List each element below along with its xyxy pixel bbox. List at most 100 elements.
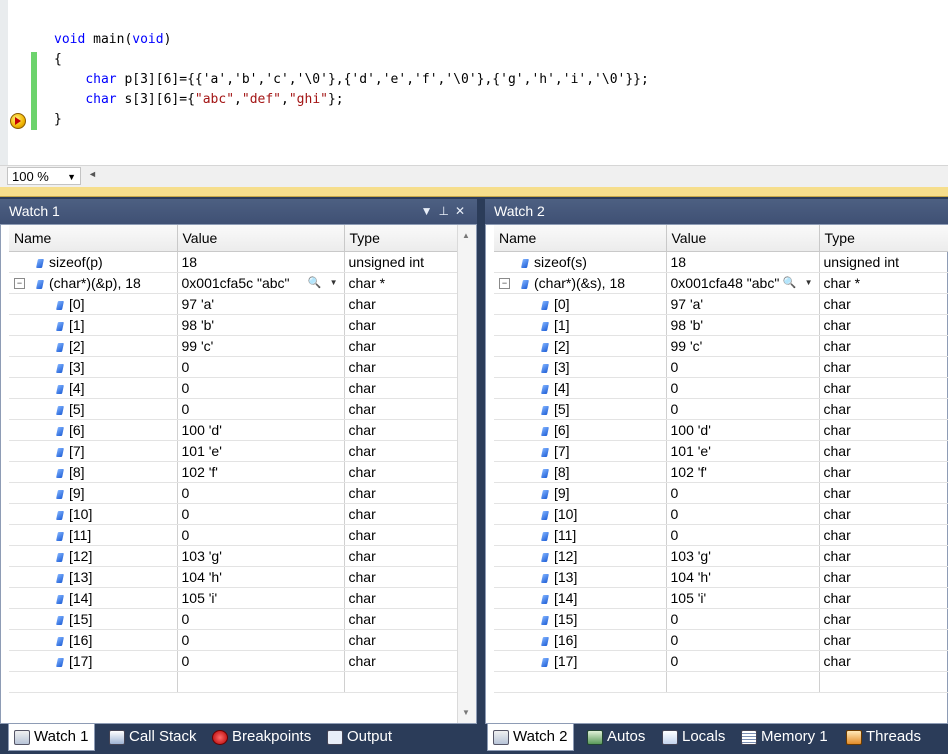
new-watch-row[interactable] bbox=[9, 671, 458, 693]
watch-value-cell[interactable]: 0 bbox=[666, 377, 820, 399]
table-row[interactable]: − (char*)(&p), 18 0x001cfa5c "abc" 🔍 ▼ char * bbox=[9, 272, 458, 294]
watch-name-cell[interactable]: [9] bbox=[494, 482, 667, 504]
table-row[interactable]: [3] 0 char bbox=[494, 356, 948, 378]
table-row[interactable]: [0] 97 'a' char bbox=[494, 293, 948, 315]
table-row[interactable]: [14] 105 'i' char bbox=[494, 587, 948, 609]
watch-value-cell[interactable]: 100 'd' bbox=[177, 419, 345, 441]
watch-name-cell[interactable]: [4] bbox=[494, 377, 667, 399]
table-row[interactable]: sizeof(s) 18 unsigned int bbox=[494, 251, 948, 273]
code-line[interactable]: void main(void) bbox=[54, 30, 649, 50]
watch-value-cell[interactable]: 0 bbox=[666, 629, 820, 651]
empty-cell[interactable] bbox=[666, 671, 820, 693]
watch-value-cell[interactable]: 102 'f' bbox=[666, 461, 820, 483]
watch-name-cell[interactable]: [0] bbox=[494, 293, 667, 315]
watch-name-cell[interactable]: [7] bbox=[494, 440, 667, 462]
watch-value-cell[interactable]: 99 'c' bbox=[177, 335, 345, 357]
table-row[interactable]: [1] 98 'b' char bbox=[494, 314, 948, 336]
watch-name-cell[interactable]: [5] bbox=[9, 398, 178, 420]
pin-icon[interactable]: ⊥ bbox=[438, 204, 454, 218]
tab-output[interactable]: Output bbox=[322, 724, 392, 750]
table-row[interactable]: [16] 0 char bbox=[9, 629, 458, 651]
watch-name-cell[interactable]: [6] bbox=[9, 419, 178, 441]
empty-cell[interactable] bbox=[177, 671, 345, 693]
watch1-column-header[interactable]: Name bbox=[9, 225, 178, 252]
watch-value-cell[interactable]: 0 bbox=[666, 398, 820, 420]
tab-watch-2[interactable]: Watch 2 bbox=[487, 724, 575, 751]
watch-name-cell[interactable]: [11] bbox=[494, 524, 667, 546]
table-row[interactable]: [17] 0 char bbox=[494, 650, 948, 672]
watch2-column-header[interactable]: Name bbox=[494, 225, 667, 252]
watch1-vertical-scrollbar[interactable]: ▲ ▼ bbox=[457, 225, 476, 723]
table-row[interactable]: [8] 102 'f' char bbox=[494, 461, 948, 483]
close-icon[interactable]: ✕ bbox=[455, 204, 471, 218]
watch-value-cell[interactable]: 105 'i' bbox=[666, 587, 820, 609]
tab-call-stack[interactable]: Call Stack bbox=[104, 724, 197, 750]
watch-value-cell[interactable]: 18 bbox=[666, 251, 820, 273]
watch-value-cell[interactable]: 0 bbox=[666, 356, 820, 378]
zoom-dropdown[interactable]: 100 % ▼ bbox=[7, 167, 81, 185]
watch-name-cell[interactable]: [15] bbox=[9, 608, 178, 630]
table-row[interactable]: [4] 0 char bbox=[9, 377, 458, 399]
watch-name-cell[interactable]: [1] bbox=[9, 314, 178, 336]
table-row[interactable]: [7] 101 'e' char bbox=[494, 440, 948, 462]
watch-name-cell[interactable]: [2] bbox=[494, 335, 667, 357]
table-row[interactable]: [2] 99 'c' char bbox=[494, 335, 948, 357]
watch-value-cell[interactable]: 101 'e' bbox=[666, 440, 820, 462]
table-row[interactable]: sizeof(p) 18 unsigned int bbox=[9, 251, 458, 273]
scroll-down-icon[interactable]: ▼ bbox=[462, 708, 470, 717]
watch-value-cell[interactable]: 0x001cfa48 "abc" 🔍 ▼ bbox=[666, 272, 820, 294]
pane-splitter[interactable] bbox=[0, 187, 948, 197]
watch-name-cell[interactable]: − (char*)(&s), 18 bbox=[494, 272, 667, 294]
watch-value-cell[interactable]: 100 'd' bbox=[666, 419, 820, 441]
watch-value-cell[interactable]: 98 'b' bbox=[666, 314, 820, 336]
watch-name-cell[interactable]: sizeof(p) bbox=[9, 251, 178, 273]
watch-name-cell[interactable]: [17] bbox=[9, 650, 178, 672]
table-row[interactable]: [17] 0 char bbox=[9, 650, 458, 672]
watch-value-cell[interactable]: 0 bbox=[177, 482, 345, 504]
scroll-left-icon[interactable]: ◄ bbox=[88, 169, 97, 179]
watch-value-cell[interactable]: 18 bbox=[177, 251, 345, 273]
collapse-icon[interactable]: − bbox=[499, 278, 510, 289]
watch-name-cell[interactable]: [8] bbox=[9, 461, 178, 483]
watch-name-cell[interactable]: [15] bbox=[494, 608, 667, 630]
watch-name-cell[interactable]: [3] bbox=[494, 356, 667, 378]
table-row[interactable]: [14] 105 'i' char bbox=[9, 587, 458, 609]
watch-name-cell[interactable]: [16] bbox=[9, 629, 178, 651]
table-row[interactable]: [15] 0 char bbox=[9, 608, 458, 630]
watch1-column-header[interactable]: Type bbox=[344, 225, 458, 252]
table-row[interactable]: [1] 98 'b' char bbox=[9, 314, 458, 336]
table-row[interactable]: [0] 97 'a' char bbox=[9, 293, 458, 315]
table-row[interactable]: [5] 0 char bbox=[494, 398, 948, 420]
table-row[interactable]: [5] 0 char bbox=[9, 398, 458, 420]
watch2-column-header[interactable]: Type bbox=[819, 225, 948, 252]
watch-value-cell[interactable]: 0 bbox=[177, 377, 345, 399]
watch-name-cell[interactable]: [7] bbox=[9, 440, 178, 462]
table-row[interactable]: [10] 0 char bbox=[9, 503, 458, 525]
chevron-down-icon[interactable]: ▼ bbox=[805, 273, 813, 293]
visualizer-magnifier-icon[interactable]: 🔍 bbox=[783, 273, 797, 293]
watch-name-cell[interactable]: [11] bbox=[9, 524, 178, 546]
table-row[interactable]: [12] 103 'g' char bbox=[9, 545, 458, 567]
watch-value-cell[interactable]: 0 bbox=[666, 503, 820, 525]
table-row[interactable]: [15] 0 char bbox=[494, 608, 948, 630]
watch-value-cell[interactable]: 0 bbox=[177, 356, 345, 378]
watch1-column-header[interactable]: Value bbox=[177, 225, 345, 252]
visualizer-magnifier-icon[interactable]: 🔍 bbox=[308, 273, 322, 293]
table-row[interactable]: [10] 0 char bbox=[494, 503, 948, 525]
tab-autos[interactable]: Autos bbox=[582, 724, 645, 750]
watch-name-cell[interactable]: [4] bbox=[9, 377, 178, 399]
new-watch-row[interactable] bbox=[494, 671, 948, 693]
table-row[interactable]: [9] 0 char bbox=[9, 482, 458, 504]
scroll-up-icon[interactable]: ▲ bbox=[462, 231, 470, 240]
table-row[interactable]: [2] 99 'c' char bbox=[9, 335, 458, 357]
watch-value-cell[interactable]: 99 'c' bbox=[666, 335, 820, 357]
watch-name-cell[interactable]: [1] bbox=[494, 314, 667, 336]
code-editor[interactable]: void main(void){ char p[3][6]={{'a','b',… bbox=[0, 0, 948, 189]
watch-name-cell[interactable]: [16] bbox=[494, 629, 667, 651]
watch-value-cell[interactable]: 0x001cfa5c "abc" 🔍 ▼ bbox=[177, 272, 345, 294]
watch-name-cell[interactable]: [12] bbox=[9, 545, 178, 567]
watch-value-cell[interactable]: 0 bbox=[177, 524, 345, 546]
watch-name-cell[interactable]: [12] bbox=[494, 545, 667, 567]
empty-cell[interactable] bbox=[9, 671, 178, 693]
watch-name-cell[interactable]: [10] bbox=[494, 503, 667, 525]
